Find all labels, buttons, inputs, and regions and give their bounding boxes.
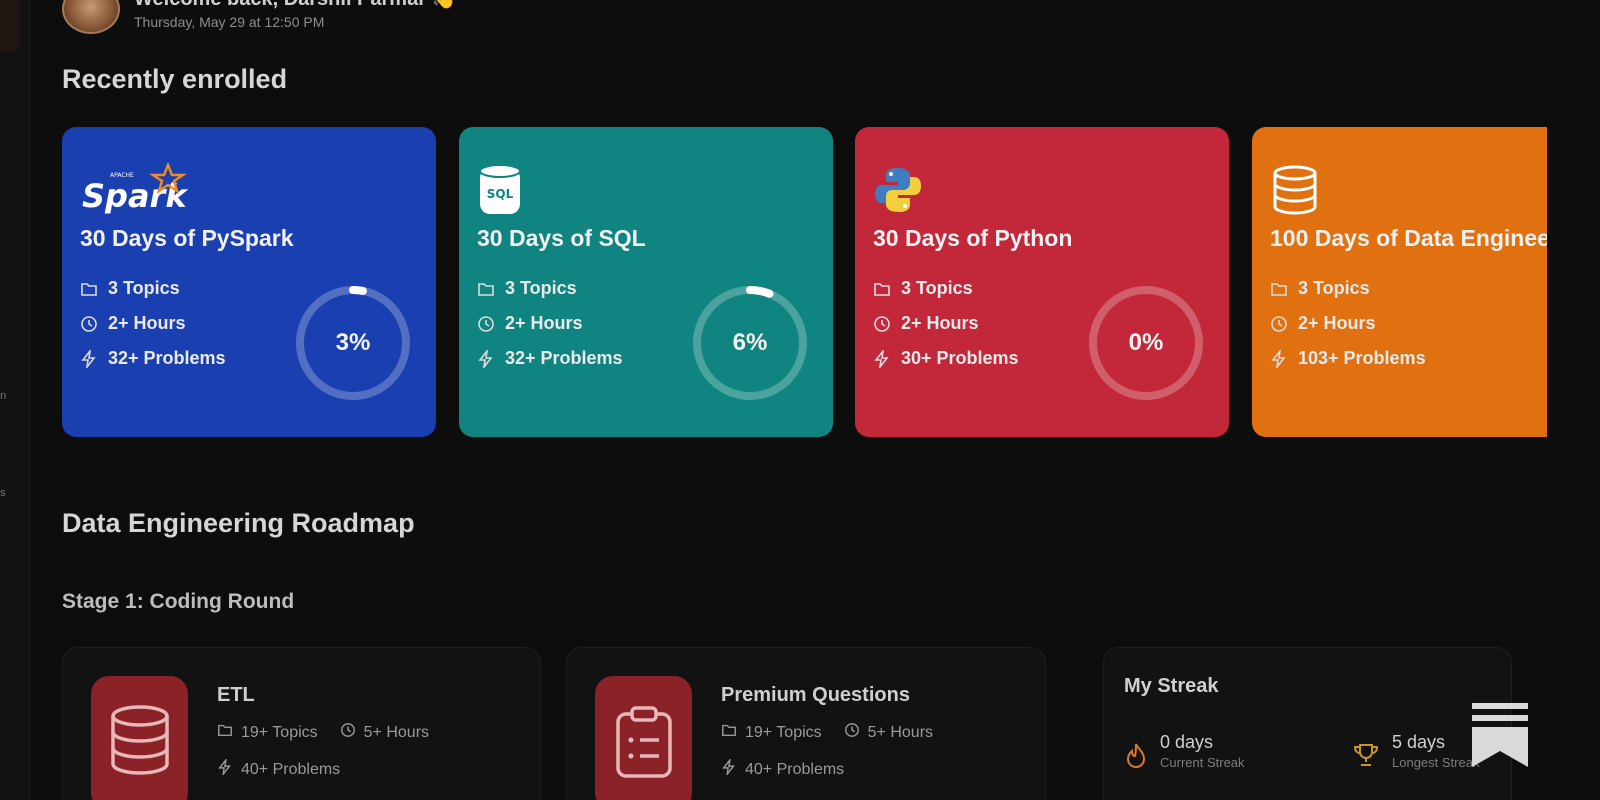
current-streak-label: Current Streak [1160, 755, 1245, 770]
welcome-header: Welcome back, Darshil Parmar 👋 Thursday,… [62, 0, 456, 34]
sidebar-item-label[interactable]: g [0, 213, 30, 225]
problems-count: 40+ Problems [745, 760, 845, 778]
problems-count: 32+ Problems [505, 348, 623, 368]
roadmap-item-name: ETL [217, 684, 255, 706]
python-logo-icon [873, 161, 1211, 219]
course-title: 30 Days of SQL [477, 225, 646, 251]
hours-count: 5+ Hours [363, 723, 430, 741]
folder-icon [217, 722, 233, 743]
welcome-text: Welcome back, Darshil Parmar 👋 [134, 0, 456, 10]
progress-percent: 3% [335, 329, 371, 356]
longest-streak-label: Longest Streak [1392, 755, 1480, 770]
problems-count: 30+ Problems [901, 348, 1019, 368]
streak-title: My Streak [1124, 675, 1219, 697]
sidebar-top-item[interactable] [0, 0, 20, 52]
lightning-icon [217, 757, 233, 780]
course-card-python[interactable]: 30 Days of Python 3 Topics 2+ Hours 30+ … [855, 127, 1229, 437]
longest-streak-value: 5 days [1392, 732, 1446, 752]
folder-icon [80, 280, 98, 298]
sidebar: s g d on ns [0, 0, 30, 800]
clock-icon [1270, 315, 1288, 333]
course-cards-row: Spark APACHE 30 Days of PySpark 3 Topics… [62, 127, 1547, 437]
lightning-icon [477, 347, 495, 370]
clock-icon [477, 315, 495, 333]
folder-icon [477, 280, 495, 298]
topics-count: 3 Topics [505, 278, 577, 298]
bookmark-icon[interactable] [1472, 703, 1528, 767]
roadmap-item-name: Premium Questions [721, 684, 910, 706]
lightning-icon [721, 757, 737, 780]
hours-count: 2+ Hours [901, 313, 979, 333]
recently-enrolled-title: Recently enrolled [62, 64, 288, 94]
topics-count: 19+ Topics [745, 723, 822, 741]
lightning-icon [873, 347, 891, 370]
folder-icon [873, 280, 891, 298]
progress-percent: 6% [732, 329, 768, 356]
svg-text:APACHE: APACHE [110, 172, 134, 179]
course-card-data-engineering[interactable]: 100 Days of Data Engineering 3 Topics 2+… [1252, 127, 1547, 437]
course-title: 30 Days of PySpark [80, 225, 294, 251]
folder-icon [1270, 280, 1288, 298]
apache-spark-icon: Spark APACHE [80, 161, 418, 219]
sql-database-icon: SQL [477, 161, 815, 219]
date-text: Thursday, May 29 at 12:50 PM [134, 14, 325, 30]
flame-icon [1124, 742, 1148, 775]
course-card-sql[interactable]: SQL 30 Days of SQL 3 Topics 2+ Hours 32+… [459, 127, 833, 437]
stage-title: Stage 1: Coding Round [62, 590, 295, 613]
clock-icon [844, 722, 860, 743]
avatar[interactable] [62, 0, 120, 34]
database-icon [91, 676, 188, 800]
clipboard-list-icon [595, 676, 692, 800]
hours-count: 2+ Hours [505, 313, 583, 333]
trophy-icon [1352, 742, 1380, 773]
svg-text:SQL: SQL [487, 187, 514, 201]
longest-streak: 5 days Longest Streak [1352, 732, 1479, 773]
topics-count: 3 Topics [108, 278, 180, 298]
sidebar-item-label[interactable]: on [0, 390, 30, 402]
clock-icon [80, 315, 98, 333]
current-streak-value: 0 days [1160, 732, 1214, 752]
sidebar-item-label[interactable]: ns [0, 487, 30, 499]
lightning-icon [80, 347, 98, 370]
roadmap-title: Data Engineering Roadmap [62, 508, 415, 538]
course-title: 30 Days of Python [873, 225, 1073, 251]
problems-count: 103+ Problems [1298, 348, 1426, 368]
problems-count: 40+ Problems [241, 760, 341, 778]
course-card-pyspark[interactable]: Spark APACHE 30 Days of PySpark 3 Topics… [62, 127, 436, 437]
topics-count: 19+ Topics [241, 723, 318, 741]
progress-percent: 0% [1128, 329, 1164, 356]
problems-count: 32+ Problems [108, 348, 226, 368]
topics-count: 3 Topics [901, 278, 973, 298]
hours-count: 5+ Hours [867, 723, 934, 741]
sidebar-item-label[interactable]: s [0, 121, 30, 133]
course-title: 100 Days of Data Engineering [1270, 225, 1547, 251]
database-icon [1270, 161, 1547, 219]
roadmap-card-premium-questions[interactable]: Premium Questions 19+ Topics 5+ Hours 40… [566, 647, 1046, 800]
clock-icon [340, 722, 356, 743]
streak-card: My Streak 0 days Current Streak 5 days L… [1103, 647, 1512, 800]
folder-icon [721, 722, 737, 743]
topics-count: 3 Topics [1298, 278, 1370, 298]
current-streak: 0 days Current Streak [1124, 732, 1245, 775]
lightning-icon [1270, 347, 1288, 370]
svg-text:Spark: Spark [82, 177, 188, 215]
hours-count: 2+ Hours [1298, 313, 1376, 333]
roadmap-card-etl[interactable]: ETL 19+ Topics 5+ Hours 40+ Problems [62, 647, 541, 800]
hours-count: 2+ Hours [108, 313, 186, 333]
clock-icon [873, 315, 891, 333]
sidebar-item-label[interactable]: d [0, 290, 30, 302]
